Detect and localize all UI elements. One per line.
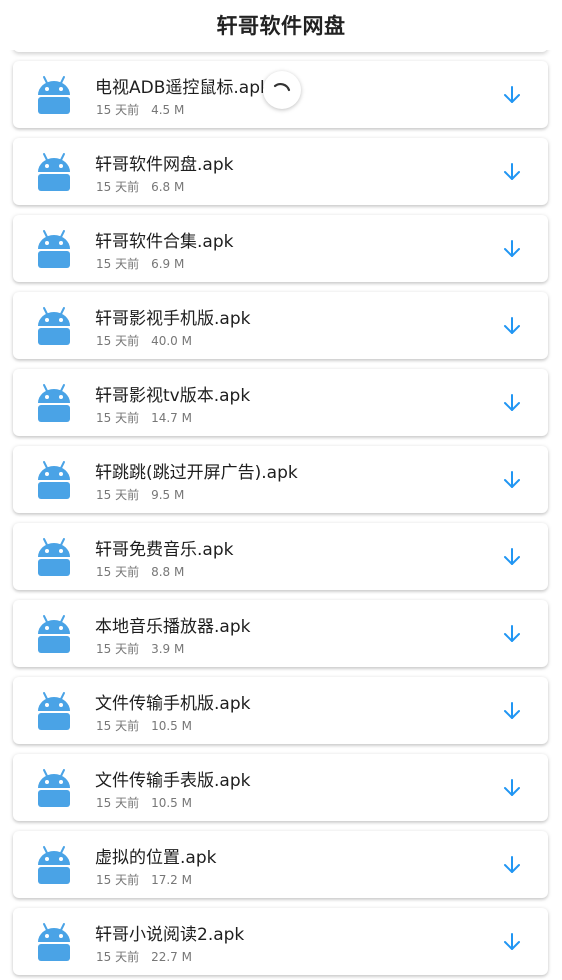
download-arrow-icon[interactable] [498,158,526,186]
file-size: 10.5 M [151,796,192,810]
download-arrow-icon[interactable] [498,312,526,340]
file-size: 6.9 M [151,257,185,271]
file-meta: 15 天前 14.7 M [96,409,192,426]
file-list: 电视ADB遥控鼠标.apk 15 天前 4.5 M 轩哥软件网盘.apk 15 天… [0,0,562,980]
file-age: 15 天前 [96,103,140,117]
android-icon [35,460,73,500]
file-age: 15 天前 [96,950,140,964]
android-icon [35,383,73,423]
file-size: 40.0 M [151,334,192,348]
file-age: 15 天前 [96,796,140,810]
file-name: 轩哥软件网盘.apk [95,155,234,175]
android-icon [35,768,73,808]
download-arrow-icon[interactable] [498,81,526,109]
file-meta: 15 天前 40.0 M [96,332,192,349]
android-icon [35,75,73,115]
list-item[interactable]: 轩哥影视tv版本.apk 15 天前 14.7 M [13,369,548,436]
file-size: 6.8 M [151,180,185,194]
file-size: 22.7 M [151,950,192,964]
file-meta: 15 天前 8.8 M [96,563,184,580]
file-size: 4.5 M [151,103,185,117]
file-size: 8.8 M [151,565,185,579]
list-item[interactable]: 文件传输手表版.apk 15 天前 10.5 M [13,754,548,821]
file-name: 文件传输手表版.apk [95,771,251,791]
file-name: 虚拟的位置.apk [95,848,217,868]
file-name: 轩哥小说阅读2.apk [95,925,245,945]
list-item[interactable]: 轩哥软件网盘.apk 15 天前 6.8 M [13,138,548,205]
file-name: 轩哥影视手机版.apk [95,309,251,329]
download-arrow-icon[interactable] [498,543,526,571]
file-size: 14.7 M [151,411,192,425]
file-age: 15 天前 [96,257,140,271]
android-icon [35,922,73,962]
android-icon [35,152,73,192]
loading-spinner [263,71,301,109]
file-age: 15 天前 [96,565,140,579]
android-icon [35,229,73,269]
file-meta: 15 天前 9.5 M [96,486,184,503]
file-name: 轩哥免费音乐.apk [95,540,234,560]
download-arrow-icon[interactable] [498,697,526,725]
file-name: 文件传输手机版.apk [95,694,251,714]
file-age: 15 天前 [96,719,140,733]
download-arrow-icon[interactable] [498,928,526,956]
list-item[interactable]: 文件传输手机版.apk 15 天前 10.5 M [13,677,548,744]
list-item[interactable]: 轩哥小说阅读2.apk 15 天前 22.7 M [13,908,548,975]
file-meta: 15 天前 10.5 M [96,717,192,734]
list-item[interactable]: 轩哥免费音乐.apk 15 天前 8.8 M [13,523,548,590]
download-arrow-icon[interactable] [498,774,526,802]
file-meta: 15 天前 4.5 M [96,101,184,118]
file-meta: 15 天前 17.2 M [96,871,192,888]
app-header: 轩哥软件网盘 [0,0,562,50]
file-size: 3.9 M [151,642,185,656]
android-icon [35,537,73,577]
file-name: 轩哥软件合集.apk [95,232,234,252]
list-item[interactable]: 轩哥影视手机版.apk 15 天前 40.0 M [13,292,548,359]
file-name: 电视ADB遥控鼠标.apk [95,78,270,98]
android-icon [35,845,73,885]
download-arrow-icon[interactable] [498,389,526,417]
file-name: 轩哥影视tv版本.apk [95,386,251,406]
file-size: 17.2 M [151,873,192,887]
file-meta: 15 天前 6.9 M [96,255,184,272]
list-item[interactable]: 虚拟的位置.apk 15 天前 17.2 M [13,831,548,898]
download-arrow-icon[interactable] [498,620,526,648]
file-meta: 15 天前 6.8 M [96,178,184,195]
list-item[interactable]: 轩跳跳(跳过开屏广告).apk 15 天前 9.5 M [13,446,548,513]
file-age: 15 天前 [96,180,140,194]
download-arrow-icon[interactable] [498,851,526,879]
file-size: 9.5 M [151,488,185,502]
file-age: 15 天前 [96,488,140,502]
file-age: 15 天前 [96,334,140,348]
page-title: 轩哥软件网盘 [216,14,346,38]
file-meta: 15 天前 10.5 M [96,794,192,811]
file-age: 15 天前 [96,873,140,887]
file-age: 15 天前 [96,642,140,656]
list-item[interactable]: 本地音乐播放器.apk 15 天前 3.9 M [13,600,548,667]
file-meta: 15 天前 3.9 M [96,640,184,657]
file-name: 本地音乐播放器.apk [95,617,251,637]
file-size: 10.5 M [151,719,192,733]
android-icon [35,306,73,346]
android-icon [35,691,73,731]
download-arrow-icon[interactable] [498,235,526,263]
file-name: 轩跳跳(跳过开屏广告).apk [95,463,298,483]
file-age: 15 天前 [96,411,140,425]
download-arrow-icon[interactable] [498,466,526,494]
android-icon [35,614,73,654]
file-meta: 15 天前 22.7 M [96,948,192,965]
list-item[interactable]: 轩哥软件合集.apk 15 天前 6.9 M [13,215,548,282]
